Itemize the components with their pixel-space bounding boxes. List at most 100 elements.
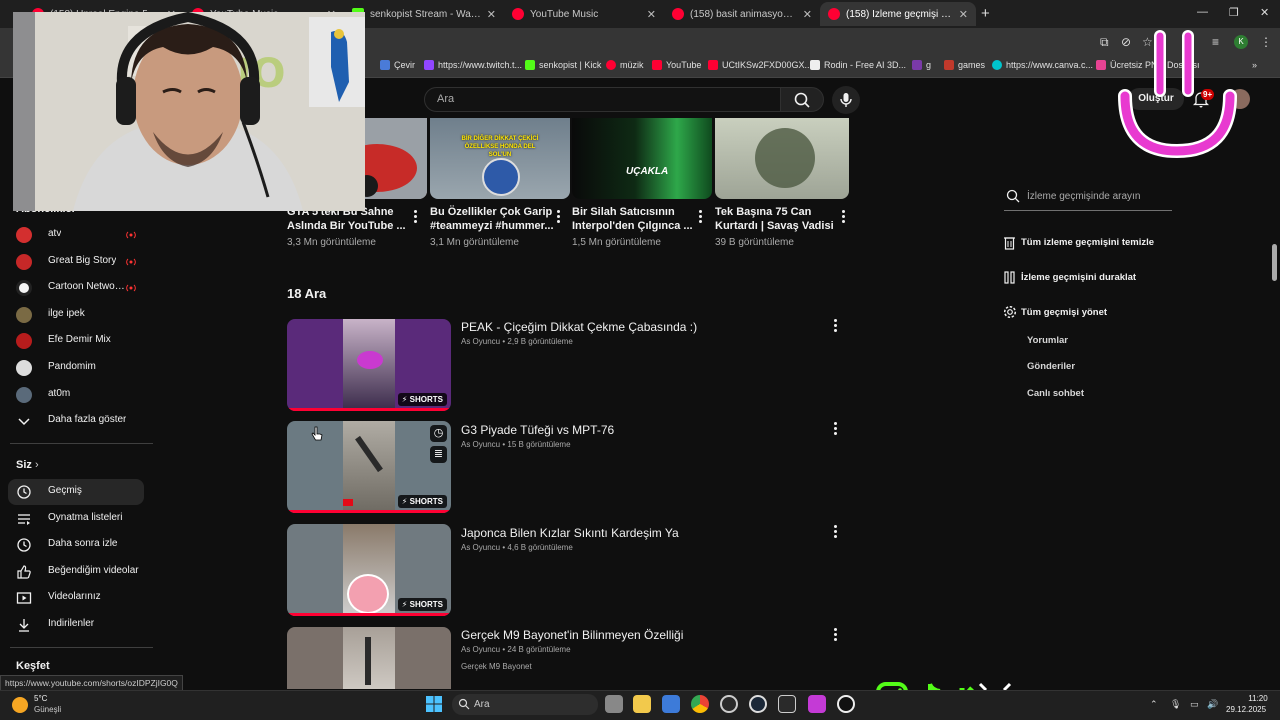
volume-icon[interactable]: 🔊 xyxy=(1207,699,1218,710)
minimize-icon[interactable]: — xyxy=(1197,6,1208,18)
obs-icon[interactable] xyxy=(720,695,738,713)
video-title[interactable]: Bir Silah Satıcısının Interpol'den Çılgı… xyxy=(572,205,700,233)
subscription-item[interactable]: Cartoon Network... xyxy=(8,275,144,301)
close-icon[interactable]: ✕ xyxy=(959,8,968,21)
file-explorer-icon[interactable] xyxy=(633,695,651,713)
video-thumbnail[interactable]: BİR DİĞER DİKKAT ÇEKİCİ ÖZELLİKSE HONDA … xyxy=(430,118,570,199)
history-comments-link[interactable]: Yorumlar xyxy=(1027,335,1068,346)
install-app-icon[interactable]: ⧉ xyxy=(1100,35,1109,50)
video-thumbnail[interactable]: UÇAKLA xyxy=(572,118,712,199)
video-title[interactable]: Japonca Bilen Kızlar Sıkıntı Kardeşim Ya xyxy=(461,526,679,540)
subscription-item[interactable]: ilge ipek xyxy=(8,302,144,328)
tray-overflow-icon[interactable]: ⌃ xyxy=(1150,699,1158,710)
channel-name[interactable]: As Oyuncu xyxy=(461,337,500,346)
microphone-tray-icon[interactable]: 🎙 xyxy=(1170,699,1181,710)
microsoft-store-icon[interactable] xyxy=(662,695,680,713)
channel-name[interactable]: As Oyuncu xyxy=(461,645,500,654)
close-icon[interactable]: ✕ xyxy=(487,8,496,21)
show-more-button[interactable]: Daha fazla göster xyxy=(8,408,144,434)
weather-sun-icon[interactable] xyxy=(12,697,28,713)
channel-avatar xyxy=(16,387,32,403)
video-thumbnail[interactable] xyxy=(715,118,849,199)
voice-search-button[interactable] xyxy=(832,86,860,114)
pause-history-button[interactable]: İzleme geçmişini duraklat xyxy=(1003,269,1153,287)
sidebar-item-downloads[interactable]: İndirilenler xyxy=(8,612,144,638)
bookmark-item[interactable]: https://www.canva.c... xyxy=(992,60,1093,70)
more-actions-icon[interactable] xyxy=(830,627,840,641)
shorts-thumbnail[interactable]: ⚡ SHORTS xyxy=(287,319,451,411)
epic-games-icon[interactable] xyxy=(778,695,796,713)
history-live-chat-link[interactable]: Canlı sohbet xyxy=(1027,388,1084,399)
bookmark-item[interactable]: Rodin - Free AI 3D... xyxy=(810,60,906,70)
sidebar-item-your-videos[interactable]: Videolarınız xyxy=(8,585,144,611)
app-icon[interactable] xyxy=(808,695,826,713)
channel-name[interactable]: As Oyuncu xyxy=(461,543,500,552)
history-posts-link[interactable]: Gönderiler xyxy=(1027,361,1075,372)
more-actions-icon[interactable] xyxy=(553,209,563,223)
network-icon[interactable]: ▭ xyxy=(1190,699,1199,710)
video-title[interactable]: G3 Piyade Tüfeği vs MPT-76 xyxy=(461,423,614,437)
browser-tab[interactable]: YouTube Music ✕ xyxy=(504,2,664,26)
more-actions-icon[interactable] xyxy=(838,209,848,223)
taskbar-search[interactable]: Ara xyxy=(452,694,598,715)
clock-date[interactable]: 29.12.2025 xyxy=(1226,705,1266,714)
video-views: 39 B görüntüleme xyxy=(715,237,794,248)
bookmark-item[interactable]: https://www.twitch.t... xyxy=(424,60,522,70)
subscription-item[interactable]: Great Big Story xyxy=(8,249,144,275)
chrome-icon[interactable] xyxy=(691,695,709,713)
sidebar-item-liked-videos[interactable]: Beğendiğim videolar xyxy=(8,559,144,585)
bookmark-item[interactable]: g xyxy=(912,60,931,70)
bookmark-item[interactable]: UCtIKSw2FXD00GX... xyxy=(708,60,812,70)
search-button[interactable] xyxy=(780,87,824,112)
more-actions-icon[interactable] xyxy=(830,524,840,538)
channel-name[interactable]: As Oyuncu xyxy=(461,440,500,449)
steam-icon[interactable] xyxy=(749,695,767,713)
shorts-thumbnail[interactable]: ⚡ SHORTS xyxy=(287,524,451,616)
task-view-icon[interactable] xyxy=(605,695,623,713)
clock-time[interactable]: 11:20 xyxy=(1243,694,1273,703)
video-title[interactable]: Bu Özellikler Çok Garip #teammeyzi #humm… xyxy=(430,205,558,233)
more-actions-icon[interactable] xyxy=(830,421,840,435)
bookmark-item[interactable]: YouTube xyxy=(652,60,701,70)
bookmark-item[interactable]: müzik xyxy=(606,60,644,70)
add-to-queue-icon[interactable]: ≣ xyxy=(430,446,447,463)
close-window-icon[interactable]: ✕ xyxy=(1260,6,1269,19)
shorts-thumbnail[interactable] xyxy=(287,627,451,689)
unreal-engine-icon[interactable] xyxy=(837,695,855,713)
bookmark-item[interactable]: senkopist | Kick xyxy=(525,60,601,70)
browser-tab[interactable]: senkopist Stream - Watch Live on Kick ✕ xyxy=(344,2,504,26)
sidebar-item-history[interactable]: Geçmiş xyxy=(8,479,144,505)
video-title[interactable]: Gerçek M9 Bayonet'in Bilinmeyen Özelliği xyxy=(461,628,683,642)
sidebar-item-playlists[interactable]: Oynatma listeleri xyxy=(8,506,144,532)
history-search-input[interactable]: İzleme geçmişinde arayın xyxy=(1004,183,1172,211)
menu-icon[interactable]: ⋮ xyxy=(1260,35,1272,49)
video-title[interactable]: PEAK - Çiçeğim Dikkat Çekme Çabasında :) xyxy=(461,320,697,334)
bookmark-item[interactable]: Çevir xyxy=(380,60,415,70)
more-actions-icon[interactable] xyxy=(410,209,420,223)
subscription-item[interactable]: Efe Demir Mix xyxy=(8,328,144,354)
new-tab-icon[interactable]: + xyxy=(981,5,990,22)
manage-history-button[interactable]: Tüm geçmişi yönet xyxy=(1003,304,1153,322)
more-bookmarks-icon[interactable]: » xyxy=(1252,60,1257,70)
close-icon[interactable]: ✕ xyxy=(803,8,812,21)
maximize-icon[interactable]: ❐ xyxy=(1229,6,1239,19)
close-icon[interactable]: ✕ xyxy=(647,8,656,21)
bookmark-item[interactable]: games xyxy=(944,60,985,70)
sidebar-item-watch-later[interactable]: Daha sonra izle xyxy=(8,532,144,558)
you-heading[interactable]: Siz › xyxy=(16,459,39,471)
video-title[interactable]: Tek Başına 75 Can Kurtardı | Savaş Vadis… xyxy=(715,205,843,233)
more-actions-icon[interactable] xyxy=(830,318,840,332)
more-actions-icon[interactable] xyxy=(695,209,705,223)
chevron-right-icon: › xyxy=(34,459,39,471)
windows-start-icon[interactable] xyxy=(425,695,443,713)
channel-avatar xyxy=(16,333,32,349)
subscription-item[interactable]: atv xyxy=(8,222,144,248)
subscription-item[interactable]: at0m xyxy=(8,382,144,408)
search-input[interactable]: Ara xyxy=(424,87,781,112)
clear-history-button[interactable]: Tüm izleme geçmişini temizle xyxy=(1003,234,1154,252)
scrollbar-thumb[interactable] xyxy=(1272,244,1277,281)
browser-tab[interactable]: (158) basit animasyon film yapımı ✕ xyxy=(664,2,820,26)
browser-tab-active[interactable]: (158) İzleme geçmişi - YouTube ✕ xyxy=(820,2,976,26)
subscription-item[interactable]: Pandomim xyxy=(8,355,144,381)
watch-later-thumb-icon[interactable]: ◷ xyxy=(430,425,447,442)
